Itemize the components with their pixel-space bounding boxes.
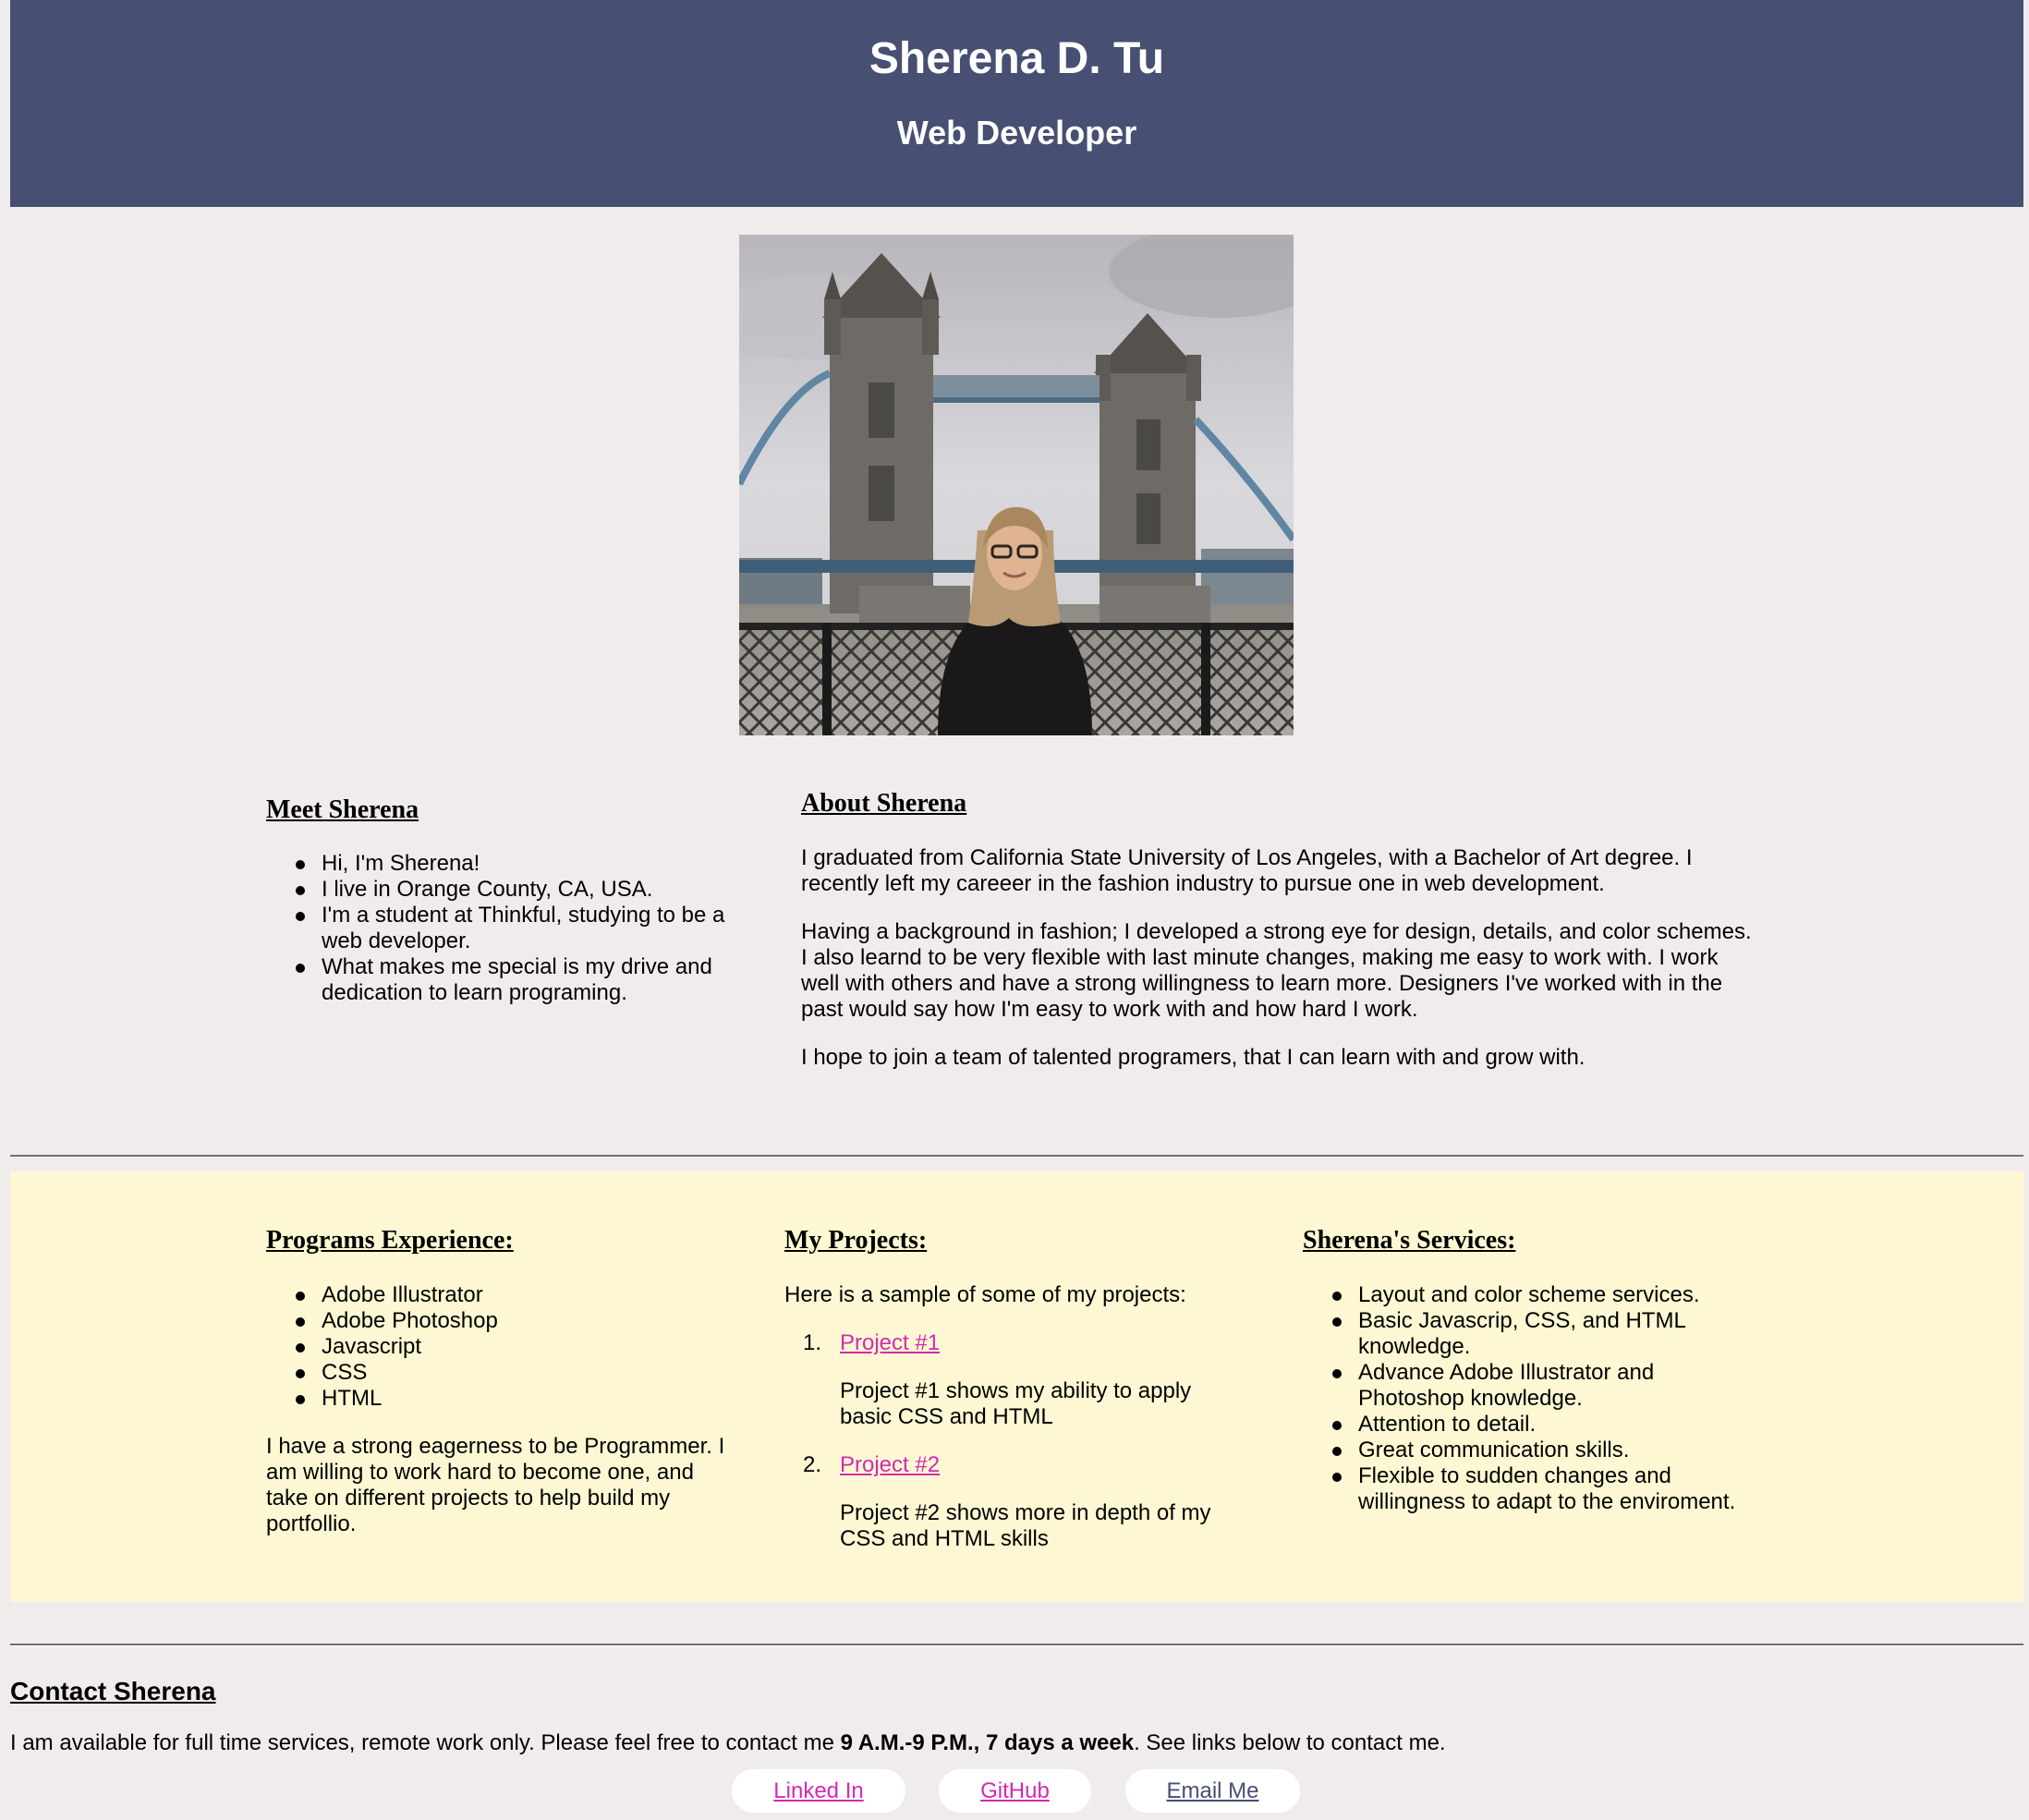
list-item: Great communication skills. [1303,1438,1765,1463]
list-item: CSS [266,1360,737,1386]
contact-heading: Contact Sherena [10,1677,216,1705]
list-item: What makes me special is my drive and de… [266,954,737,1006]
about-heading: About Sherena [801,789,967,818]
list-item: Adobe Illustrator [266,1282,737,1308]
site-subtitle: Web Developer [896,114,1137,152]
contact-text-end: . See links below to contact me. [1134,1730,1446,1755]
linkedin-pill: Linked In [732,1769,905,1813]
page-header: Sherena D. Tu Web Developer [10,0,2023,207]
email-pill: Email Me [1125,1769,1300,1813]
list-item: Attention to detail. [1303,1412,1765,1438]
services-heading: Sherena's Services: [1303,1226,1516,1255]
project-1-link[interactable]: Project #1 [840,1330,940,1356]
contact-text: I am available for full time services, r… [10,1730,2015,1756]
projects-heading: My Projects: [784,1226,928,1255]
list-item: Adobe Photoshop [266,1308,737,1334]
project-2-link[interactable]: Project #2 [840,1452,940,1478]
programs-heading: Programs Experience: [266,1226,514,1255]
project-number: 1. [802,1330,821,1355]
list-item: Hi, I'm Sherena! [266,851,737,877]
github-pill: GitHub [939,1769,1091,1813]
list-item: Layout and color scheme services. [1303,1282,1765,1308]
projects-intro: Here is a sample of some of my projects: [784,1282,1186,1307]
section-divider [10,1155,2023,1158]
about-paragraph: I graduated from California State Univer… [801,845,1693,896]
list-item: Flexible to sudden changes and willingne… [1303,1463,1765,1515]
contact-text-start: I am available for full time services, r… [10,1730,841,1755]
programs-paragraph: I have a strong eagerness to be Programm… [266,1434,725,1536]
list-item: I live in Orange County, CA, USA. [266,877,737,903]
project-number: 2. [802,1452,821,1477]
profile-photo [739,235,1294,735]
list-item: Javascript [266,1334,737,1360]
meet-list: Hi, I'm Sherena! I live in Orange County… [266,851,737,1006]
programs-list: Adobe Illustrator Adobe Photoshop Javasc… [266,1282,737,1412]
list-item: Basic Javascrip, CSS, and HTML knowledge… [1303,1308,1765,1360]
list-item: HTML [266,1386,737,1412]
project-description: Project #1 shows my ability to apply bas… [840,1378,1192,1429]
meet-heading: Meet Sherena [266,795,419,824]
linkedin-link[interactable]: Linked In [773,1778,863,1803]
about-paragraph: Having a background in fashion; I develo… [801,919,1752,1022]
email-link[interactable]: Email Me [1166,1778,1258,1803]
list-item: I'm a student at Thinkful, studying to b… [266,903,737,954]
section-divider [10,1644,2023,1646]
project-description: Project #2 shows more in depth of my CSS… [840,1500,1211,1551]
services-list: Layout and color scheme services. Basic … [1303,1282,1765,1515]
list-item: Advance Adobe Illustrator and Photoshop … [1303,1360,1765,1412]
about-paragraph: I hope to join a team of talented progra… [801,1045,1586,1070]
github-link[interactable]: GitHub [980,1778,1050,1803]
site-name: Sherena D. Tu [869,34,1165,83]
contact-hours: 9 A.M.-9 P.M., 7 days a week [840,1730,1135,1755]
